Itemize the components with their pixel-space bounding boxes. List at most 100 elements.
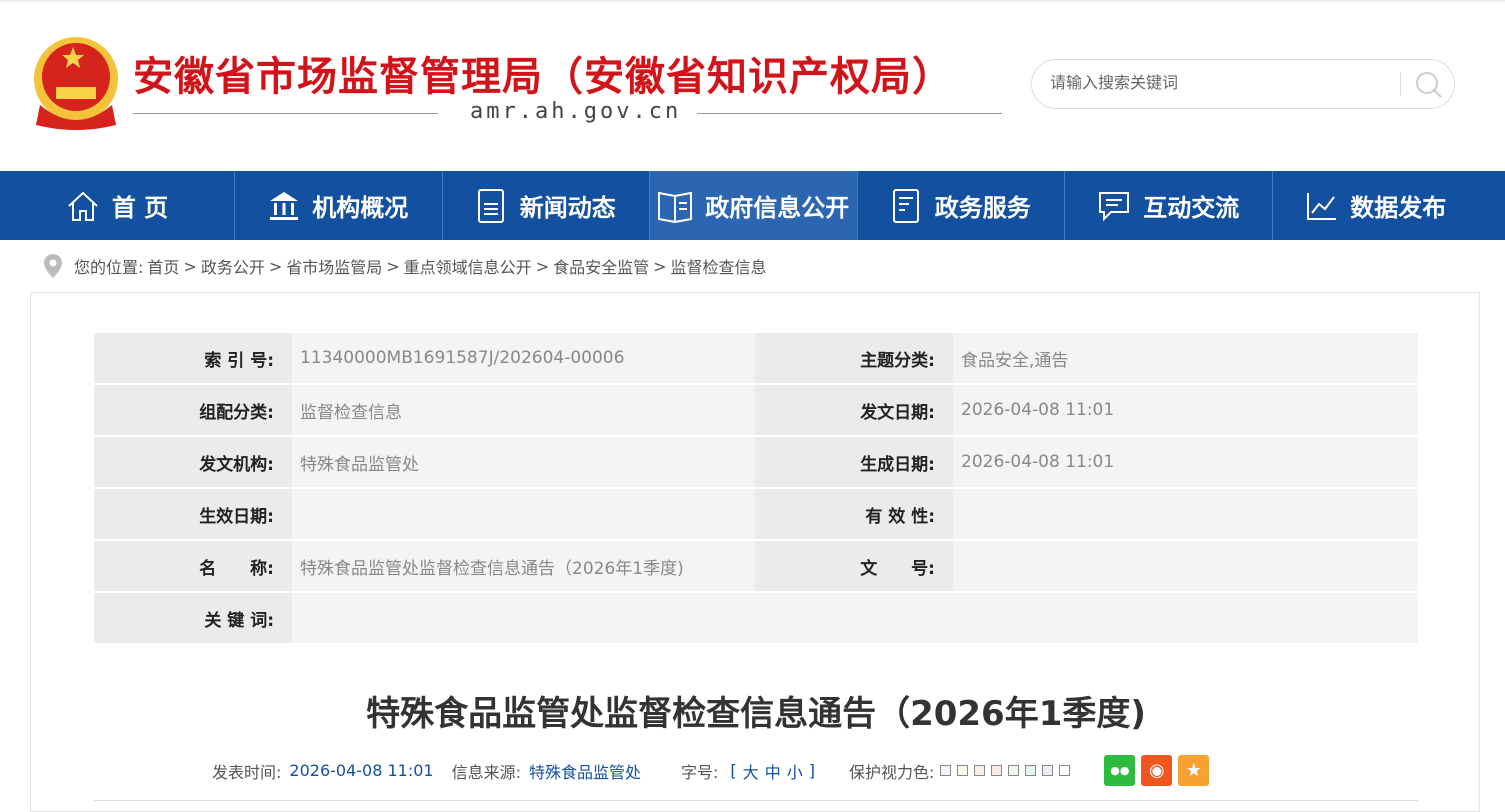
breadcrumb-link[interactable]: 监督检查信息 bbox=[671, 254, 767, 278]
info-row: 关 键 词: bbox=[94, 593, 1418, 643]
info-label: 组配分类: bbox=[94, 385, 292, 435]
info-label: 有 效 性: bbox=[755, 489, 953, 539]
info-value: 特殊食品监管处 bbox=[292, 437, 755, 487]
info-value: 食品安全,通告 bbox=[953, 333, 1418, 383]
info-value bbox=[953, 489, 1418, 539]
color-swatch[interactable] bbox=[974, 765, 986, 776]
nav-news[interactable]: 新闻动态 bbox=[443, 171, 650, 240]
divider bbox=[1400, 72, 1401, 96]
national-emblem-icon bbox=[34, 37, 118, 130]
chat-icon bbox=[1099, 191, 1130, 221]
color-swatch[interactable] bbox=[1042, 765, 1054, 776]
source-label: 信息来源: bbox=[451, 762, 521, 782]
breadcrumb: 您的位置: 首页 > 政务公开 > 省市场监管局 > 重点领域信息公开 > 食品安全监管… bbox=[44, 254, 767, 278]
font-small-button[interactable]: 小 bbox=[787, 759, 803, 783]
article-meta: 发表时间: 2026-04-08 11:01 信息来源: 特殊食品监管处 字号:… bbox=[212, 755, 1215, 786]
wechat-share-icon[interactable]: ●● bbox=[1104, 755, 1136, 786]
breadcrumb-link[interactable]: 首页 bbox=[147, 254, 179, 278]
info-value: 2026-04-08 11:01 bbox=[953, 385, 1418, 435]
article-title: 特殊食品监管处监督检查信息通告（2026年1季度) bbox=[366, 694, 1146, 734]
breadcrumb-separator: > bbox=[653, 256, 667, 276]
breadcrumb-separator: > bbox=[268, 256, 283, 276]
color-swatch[interactable] bbox=[1008, 765, 1020, 776]
info-label: 生效日期: bbox=[94, 489, 292, 539]
info-row: 名 称: 特殊食品监管处监督检查信息通告（2026年1季度) 文 号: bbox=[94, 541, 1418, 591]
location-pin-icon bbox=[44, 254, 62, 278]
breadcrumb-link[interactable]: 重点领域信息公开 bbox=[404, 254, 532, 278]
nav-interaction[interactable]: 互动交流 bbox=[1065, 171, 1273, 240]
color-swatch[interactable] bbox=[991, 765, 1003, 776]
breadcrumb-prefix: 您的位置: bbox=[74, 258, 144, 277]
color-swatch[interactable] bbox=[957, 765, 969, 776]
nav-home[interactable]: 首 页 bbox=[0, 171, 235, 240]
font-medium-button[interactable]: 中 bbox=[765, 759, 781, 783]
nav-services[interactable]: 政务服务 bbox=[858, 171, 1065, 240]
nav-label: 机构概况 bbox=[312, 194, 409, 222]
breadcrumb-link[interactable]: 省市场监管局 bbox=[286, 254, 382, 278]
breadcrumb-link[interactable]: 食品安全监管 bbox=[553, 254, 649, 278]
info-value bbox=[953, 541, 1418, 591]
breadcrumb-separator: > bbox=[183, 256, 197, 276]
search-icon[interactable] bbox=[1414, 70, 1444, 100]
breadcrumb-separator: > bbox=[386, 256, 400, 276]
nav-data[interactable]: 数据发布 bbox=[1273, 171, 1481, 240]
color-swatch[interactable] bbox=[1059, 765, 1071, 776]
info-row: 生效日期: 有 效 性: bbox=[94, 489, 1418, 539]
main-nav: 首 页 机构概况 新闻动态 政府信息公开 政务服务 互动交流 数据发布 bbox=[0, 171, 1505, 240]
form-icon bbox=[892, 188, 919, 223]
search-input[interactable] bbox=[1050, 72, 1390, 96]
color-swatch[interactable] bbox=[1025, 765, 1037, 776]
bracket: ] bbox=[808, 761, 815, 780]
info-row: 索 引 号: 11340000MB1691587J/202604-00006 主题分… bbox=[94, 333, 1418, 383]
building-icon bbox=[270, 191, 299, 220]
color-swatch[interactable] bbox=[940, 765, 952, 776]
info-label: 文 号: bbox=[755, 541, 953, 591]
nav-gov-info[interactable]: 政府信息公开 bbox=[650, 171, 858, 240]
info-row: 发文机构: 特殊食品监管处 生成日期: 2026-04-08 11:01 bbox=[94, 437, 1418, 487]
nav-label: 新闻动态 bbox=[519, 194, 616, 222]
breadcrumb-link[interactable]: 政务公开 bbox=[201, 254, 265, 278]
chart-icon bbox=[1307, 192, 1337, 220]
content-panel: 索 引 号: 11340000MB1691587J/202604-00006 主题分… bbox=[30, 292, 1480, 812]
info-label: 发文机构: bbox=[94, 437, 292, 487]
search-box bbox=[1031, 59, 1455, 109]
info-label: 发文日期: bbox=[755, 385, 953, 435]
divider bbox=[697, 113, 1002, 114]
breadcrumb-separator: > bbox=[535, 256, 550, 276]
font-large-button[interactable]: 大 bbox=[743, 759, 759, 783]
font-size-label: 字号: bbox=[681, 762, 719, 782]
info-value: 监督检查信息 bbox=[292, 385, 755, 435]
info-value: 11340000MB1691587J/202604-00006 bbox=[292, 333, 755, 383]
info-label: 名 称: bbox=[94, 541, 292, 591]
book-icon bbox=[658, 191, 693, 223]
nav-about[interactable]: 机构概况 bbox=[235, 171, 443, 240]
publish-label: 发表时间: bbox=[212, 762, 282, 782]
info-label: 关 键 词: bbox=[94, 593, 292, 643]
info-value: 特殊食品监管处监督检查信息通告（2026年1季度) bbox=[292, 541, 755, 591]
info-value: 2026-04-08 11:01 bbox=[953, 437, 1418, 487]
info-label: 生成日期: bbox=[755, 437, 953, 487]
weibo-share-icon[interactable]: ◉ bbox=[1141, 755, 1173, 786]
favorite-share-icon[interactable]: ★ bbox=[1178, 755, 1210, 786]
eye-care-label: 保护视力色: bbox=[848, 762, 935, 782]
info-label: 索 引 号: bbox=[94, 333, 292, 383]
divider bbox=[94, 800, 1418, 801]
info-value bbox=[292, 489, 755, 539]
divider bbox=[133, 113, 438, 114]
site-title: 安徽省市场监督管理局（安徽省知识产权局） bbox=[133, 54, 953, 100]
bracket: [ bbox=[730, 761, 737, 780]
eye-care-swatches bbox=[940, 761, 1076, 780]
source-value: 特殊食品监管处 bbox=[529, 762, 642, 782]
nav-label: 数据发布 bbox=[1350, 194, 1447, 222]
home-icon bbox=[68, 191, 98, 221]
nav-label: 首 页 bbox=[111, 194, 169, 222]
info-label: 主题分类: bbox=[755, 333, 953, 383]
publish-time: 2026-04-08 11:01 bbox=[289, 761, 434, 780]
header: 安徽省市场监督管理局（安徽省知识产权局） amr.ah.gov.cn bbox=[0, 0, 1505, 171]
nav-label: 政府信息公开 bbox=[705, 194, 850, 222]
info-table: 索 引 号: 11340000MB1691587J/202604-00006 主题分… bbox=[94, 331, 1418, 645]
newspaper-icon bbox=[477, 188, 504, 223]
info-value bbox=[292, 593, 1418, 643]
nav-label: 政务服务 bbox=[934, 194, 1031, 222]
share-buttons: ●● ◉ ★ bbox=[1104, 755, 1215, 786]
